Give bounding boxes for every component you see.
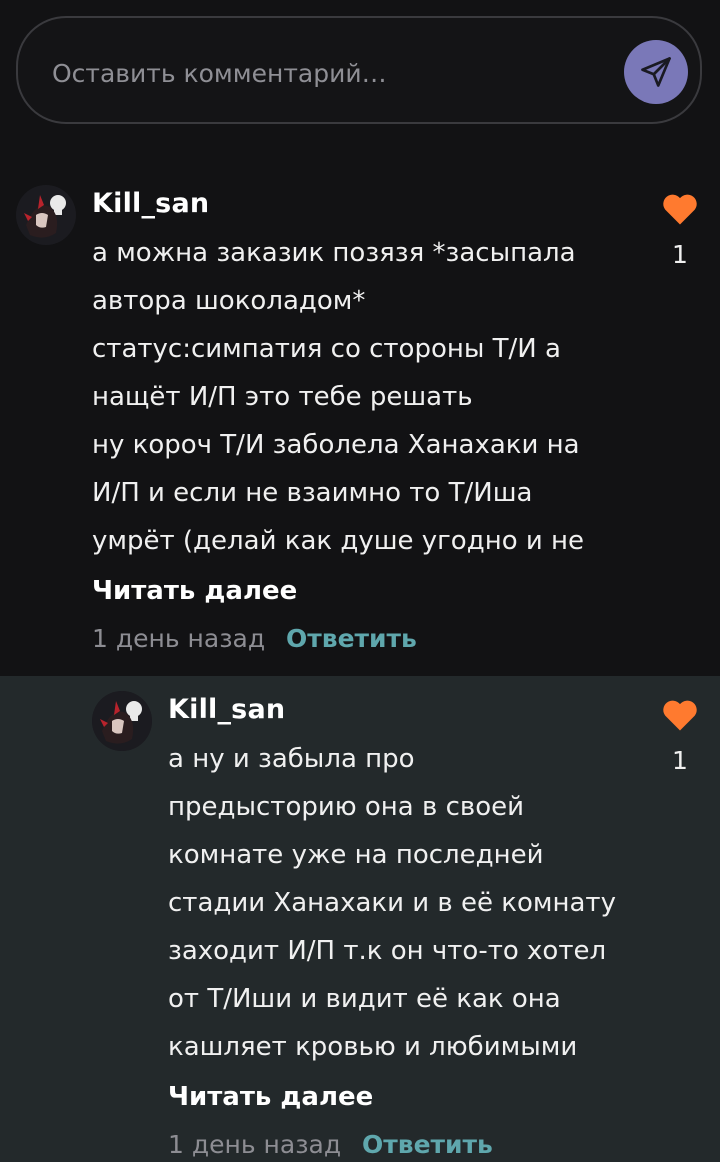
reply-button[interactable]: Ответить	[362, 1130, 493, 1159]
reply-comment: Kill_san а ну и забыла про предысторию о…	[0, 676, 720, 1162]
like-count: 1	[672, 240, 688, 269]
reply-button[interactable]: Ответить	[286, 624, 417, 653]
comment-text-line: от Т/Иши и видит её как она	[168, 984, 561, 1014]
comment-text-line: кашляет кровью и любимыми	[168, 1032, 578, 1062]
heart-icon[interactable]	[661, 698, 699, 732]
send-icon	[641, 57, 671, 87]
avatar-image	[16, 185, 76, 245]
comment-input-bar	[16, 16, 702, 124]
like-count: 1	[672, 746, 688, 775]
comment-text-line: нащёт И/П это тебе решать	[92, 382, 473, 412]
avatar[interactable]	[16, 185, 76, 245]
comment-text-line: стадии Ханахаки и в её комнату	[168, 888, 616, 918]
comment-timestamp: 1 день назад	[168, 1130, 342, 1159]
comment-text-line: умрёт (делай как душе угодно и не	[92, 526, 585, 556]
comment-text-line: заходит И/П т.к он что-то хотел	[168, 936, 607, 966]
comment-text-line: предысторию она в своей	[168, 792, 525, 822]
avatar[interactable]	[92, 691, 152, 751]
comment-text-line: комнате уже на последней	[168, 840, 544, 870]
username[interactable]: Kill_san	[168, 694, 285, 725]
comment-text-line: автора шоколадом*	[92, 286, 366, 316]
comment-text-line: статус:симпатия со стороны Т/И а	[92, 334, 561, 364]
comment-text-line: И/П и если не взаимно то Т/Иша	[92, 478, 533, 508]
read-more-link[interactable]: Читать далее	[92, 576, 297, 606]
avatar-image	[92, 691, 152, 751]
comment: Kill_san а можна заказик позязя *засыпал…	[0, 128, 720, 676]
comment-text-line: а ну и забыла про	[168, 744, 415, 774]
comment-input[interactable]	[50, 46, 614, 100]
send-button[interactable]	[624, 40, 688, 104]
comments-page: Kill_san а можна заказик позязя *засыпал…	[0, 0, 720, 1162]
comment-text-line: а можна заказик позязя *засыпала	[92, 238, 576, 268]
read-more-link[interactable]: Читать далее	[168, 1082, 373, 1112]
comment-text-line: ну короч Т/И заболела Ханахаки на	[92, 430, 580, 460]
comment-timestamp: 1 день назад	[92, 624, 266, 653]
heart-icon[interactable]	[661, 192, 699, 226]
username[interactable]: Kill_san	[92, 188, 209, 219]
